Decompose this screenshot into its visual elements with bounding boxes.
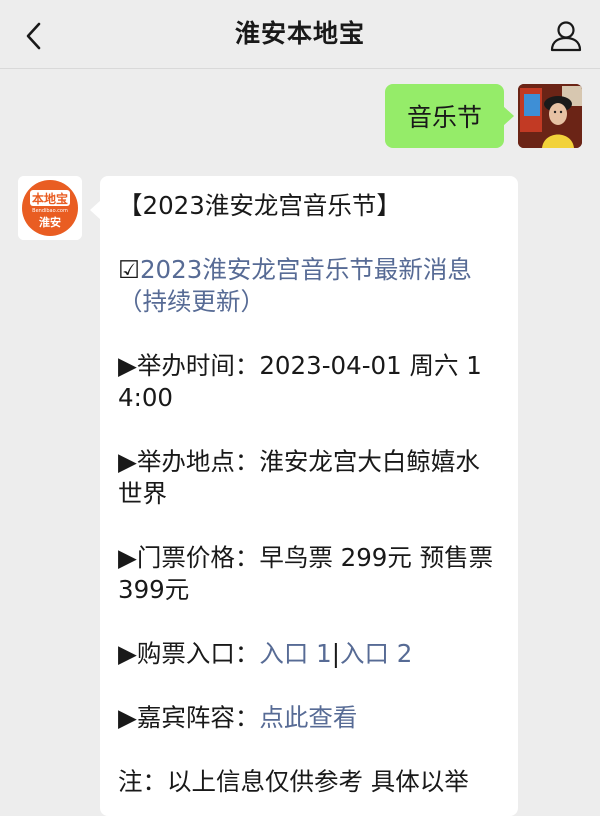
place-label: ▶举办地点：: [118, 447, 260, 476]
news-link[interactable]: 2023淮安龙宫音乐节最新消息（持续更新）: [118, 255, 472, 316]
ticket-link-1[interactable]: 入口 1: [259, 639, 331, 668]
time-label: ▶举办时间：: [118, 351, 260, 380]
bot-avatar[interactable]: 本地宝 Bendibao.com 淮安: [18, 176, 82, 240]
time-paragraph: ▶举办时间：2023-04-01 周六 14:00: [118, 350, 500, 414]
svg-text:Bendibao.com: Bendibao.com: [32, 208, 68, 214]
ticket-paragraph: ▶购票入口：入口 1|入口 2: [118, 638, 500, 670]
user-avatar[interactable]: [518, 84, 582, 148]
top-bar: 淮安本地宝: [0, 0, 600, 69]
outgoing-message-row: 音乐节: [384, 84, 582, 150]
news-paragraph: ☑2023淮安龙宫音乐节最新消息（持续更新）: [118, 254, 500, 318]
note-paragraph: 注：以上信息仅供参考 具体以举: [118, 766, 500, 798]
bendibao-logo-icon: 本地宝 Bendibao.com 淮安: [18, 176, 82, 240]
note-text: 注：以上信息仅供参考 具体以举: [118, 767, 469, 796]
ticket-separator: |: [331, 639, 340, 668]
outgoing-bubble[interactable]: 音乐节: [384, 84, 515, 148]
profile-button[interactable]: [544, 14, 588, 58]
person-icon: [550, 21, 582, 52]
checkbox-glyph: ☑: [118, 255, 140, 284]
outgoing-text: 音乐节: [406, 103, 482, 132]
guest-paragraph: ▶嘉宾阵容：点此查看: [118, 702, 500, 734]
svg-text:本地宝: 本地宝: [32, 191, 68, 206]
incoming-bubble: 【2023淮安龙宫音乐节】 ☑2023淮安龙宫音乐节最新消息（持续更新） ▶举办…: [90, 176, 518, 816]
svg-text:淮安: 淮安: [39, 215, 61, 229]
user-avatar-image: [518, 84, 582, 148]
message-title-text: 【2023淮安龙宫音乐节】: [118, 191, 401, 220]
guest-label: ▶嘉宾阵容：: [118, 703, 260, 732]
ticket-label: ▶购票入口：: [118, 639, 260, 668]
guest-link[interactable]: 点此查看: [259, 703, 357, 732]
place-paragraph: ▶举办地点：淮安龙宫大白鲸嬉水世界: [118, 446, 500, 510]
price-label: ▶门票价格：: [118, 543, 260, 572]
ticket-link-2[interactable]: 入口 2: [340, 639, 412, 668]
price-paragraph: ▶门票价格：早鸟票 299元 预售票 399元: [118, 542, 500, 606]
chat-title: 淮安本地宝: [234, 19, 365, 48]
message-title: 【2023淮安龙宫音乐节】: [118, 190, 500, 222]
